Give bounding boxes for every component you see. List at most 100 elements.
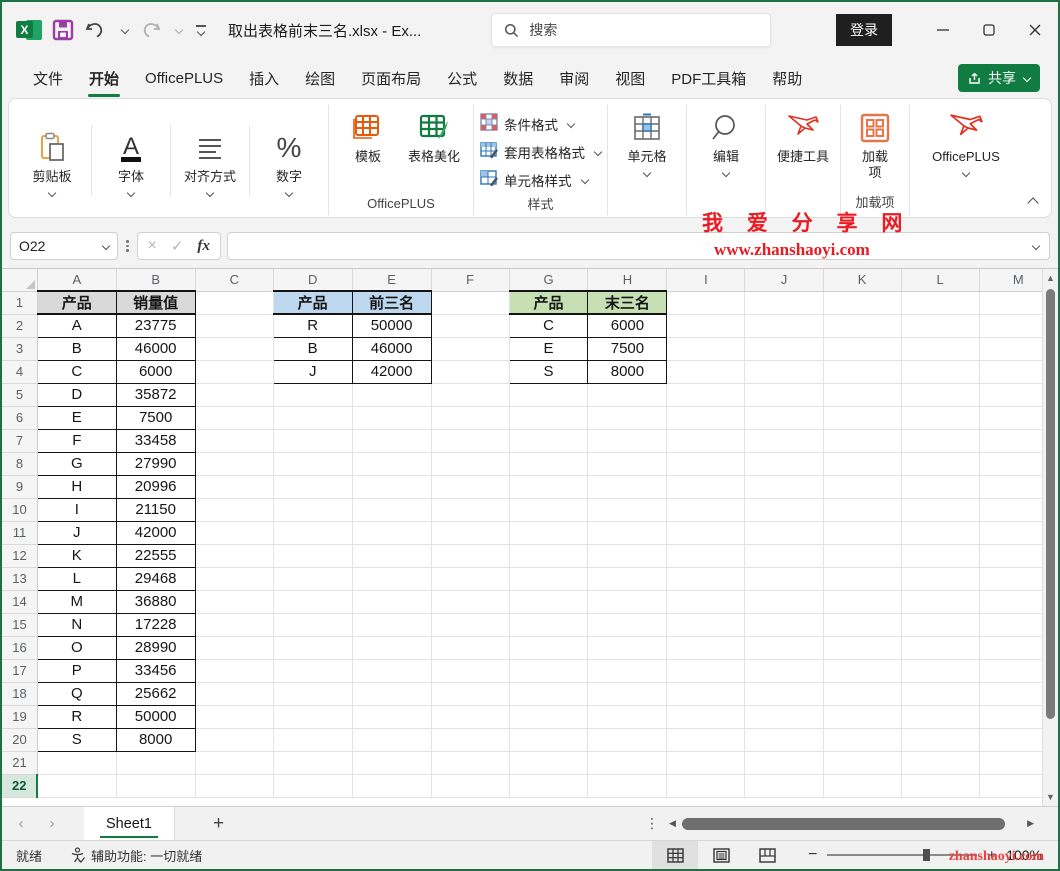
row-header-6[interactable]: 6	[2, 405, 38, 430]
cell-G16[interactable]	[509, 636, 589, 660]
cell-E1[interactable]: 前三名	[351, 290, 432, 315]
cell-B14[interactable]: 36880	[115, 589, 196, 614]
undo-dropdown-icon[interactable]	[120, 25, 130, 35]
handy-tools-button[interactable]: 便捷工具	[772, 105, 834, 165]
数字-button[interactable]: % 数字	[256, 125, 322, 197]
cell-G1[interactable]: 产品	[508, 290, 589, 315]
ribbon-tab-公式[interactable]: 公式	[434, 60, 490, 97]
name-box[interactable]: O22	[10, 232, 118, 260]
row-header-18[interactable]: 18	[2, 681, 38, 706]
ribbon-tab-帮助[interactable]: 帮助	[759, 60, 815, 97]
cell-A3[interactable]: B	[36, 336, 117, 361]
cell-I18[interactable]	[666, 682, 746, 706]
cell-C13[interactable]	[195, 567, 274, 591]
cell-J4[interactable]	[744, 360, 824, 384]
cell-J18[interactable]	[744, 682, 824, 706]
cell-D4[interactable]: J	[272, 359, 353, 384]
cell-D9[interactable]	[273, 475, 353, 499]
scroll-left-icon[interactable]: ◀	[669, 818, 676, 829]
cell-J5[interactable]	[744, 383, 824, 407]
row-header-19[interactable]: 19	[2, 704, 38, 729]
column-header-C[interactable]: C	[194, 269, 274, 292]
cell-K7[interactable]	[823, 429, 902, 453]
cell-E14[interactable]	[352, 590, 432, 614]
page-layout-view-button[interactable]	[698, 841, 744, 869]
cell-A14[interactable]: M	[36, 589, 117, 614]
cell-H8[interactable]	[587, 452, 668, 476]
cell-K10[interactable]	[823, 498, 902, 522]
search-input[interactable]: 搜索	[491, 13, 772, 47]
cell-A21[interactable]	[37, 751, 117, 775]
cell-A19[interactable]: R	[36, 704, 117, 729]
cell-I8[interactable]	[666, 452, 746, 476]
row-header-10[interactable]: 10	[2, 497, 38, 522]
row-header-17[interactable]: 17	[2, 658, 38, 683]
cell-D6[interactable]	[273, 406, 353, 430]
sheetbar-more-icon[interactable]: ⋮	[635, 815, 669, 832]
cell-K13[interactable]	[823, 567, 902, 591]
cell-A6[interactable]: E	[36, 405, 117, 430]
scroll-right-icon[interactable]: ▶	[1027, 818, 1034, 829]
cell-K15[interactable]	[823, 613, 902, 637]
cell-D1[interactable]: 产品	[272, 290, 353, 315]
cell-A13[interactable]: L	[36, 566, 117, 591]
sheet-tab-sheet1[interactable]: Sheet1	[84, 807, 175, 840]
cell-I21[interactable]	[666, 751, 746, 775]
horizontal-scroll-thumb[interactable]	[681, 817, 1006, 830]
cell-G5[interactable]	[509, 383, 589, 407]
cell-L9[interactable]	[901, 475, 980, 499]
cell-C6[interactable]	[195, 406, 274, 430]
row-header-21[interactable]: 21	[2, 750, 38, 775]
column-header-G[interactable]: G	[508, 269, 589, 292]
cell-E21[interactable]	[352, 751, 432, 775]
column-header-I[interactable]: I	[666, 269, 746, 292]
cell-J21[interactable]	[744, 751, 824, 775]
cell-F4[interactable]	[431, 360, 510, 384]
cell-F10[interactable]	[431, 498, 510, 522]
row-header-11[interactable]: 11	[2, 520, 38, 545]
cell-J7[interactable]	[744, 429, 824, 453]
save-button[interactable]	[52, 19, 74, 41]
cell-K4[interactable]	[823, 360, 902, 384]
cell-E11[interactable]	[352, 521, 432, 545]
next-sheet-icon[interactable]: ›	[40, 815, 64, 832]
cell-C4[interactable]	[195, 360, 274, 384]
cell-K16[interactable]	[823, 636, 902, 660]
cell-L16[interactable]	[901, 636, 980, 660]
cell-C14[interactable]	[195, 590, 274, 614]
cell-D11[interactable]	[273, 521, 353, 545]
cell-H17[interactable]	[587, 659, 668, 683]
vertical-scrollbar[interactable]: ▲ ▼	[1042, 269, 1058, 806]
select-all-corner[interactable]	[2, 269, 38, 292]
cell-L20[interactable]	[901, 728, 980, 752]
row-header-5[interactable]: 5	[2, 382, 38, 407]
cell-B15[interactable]: 17228	[115, 612, 196, 637]
horizontal-scrollbar[interactable]: ◀ ▶	[669, 817, 1034, 831]
name-box-dropdown-icon[interactable]	[101, 241, 111, 251]
cell-C2[interactable]	[195, 314, 274, 338]
cell-B22[interactable]	[116, 774, 196, 798]
cell-G11[interactable]	[509, 521, 589, 545]
ribbon-tab-绘图[interactable]: 绘图	[292, 60, 348, 97]
cell-J12[interactable]	[744, 544, 824, 568]
cell-E8[interactable]	[352, 452, 432, 476]
cell-L21[interactable]	[901, 751, 980, 775]
cell-G8[interactable]	[509, 452, 589, 476]
column-header-H[interactable]: H	[587, 269, 668, 292]
row-header-12[interactable]: 12	[2, 543, 38, 568]
cell-I4[interactable]	[666, 360, 746, 384]
cell-A16[interactable]: O	[36, 635, 117, 660]
cell-L12[interactable]	[901, 544, 980, 568]
zoom-out-icon[interactable]: −	[808, 846, 817, 864]
add-sheet-button[interactable]: +	[213, 813, 224, 835]
cell-H16[interactable]	[587, 636, 668, 660]
cell-G20[interactable]	[509, 728, 589, 752]
cell-D3[interactable]: B	[272, 336, 353, 361]
cell-L17[interactable]	[901, 659, 980, 683]
cell-I16[interactable]	[666, 636, 746, 660]
cell-B11[interactable]: 42000	[115, 520, 196, 545]
cell-K18[interactable]	[823, 682, 902, 706]
cell-B16[interactable]: 28990	[115, 635, 196, 660]
cell-G18[interactable]	[509, 682, 589, 706]
zoom-slider-thumb[interactable]	[923, 849, 931, 861]
